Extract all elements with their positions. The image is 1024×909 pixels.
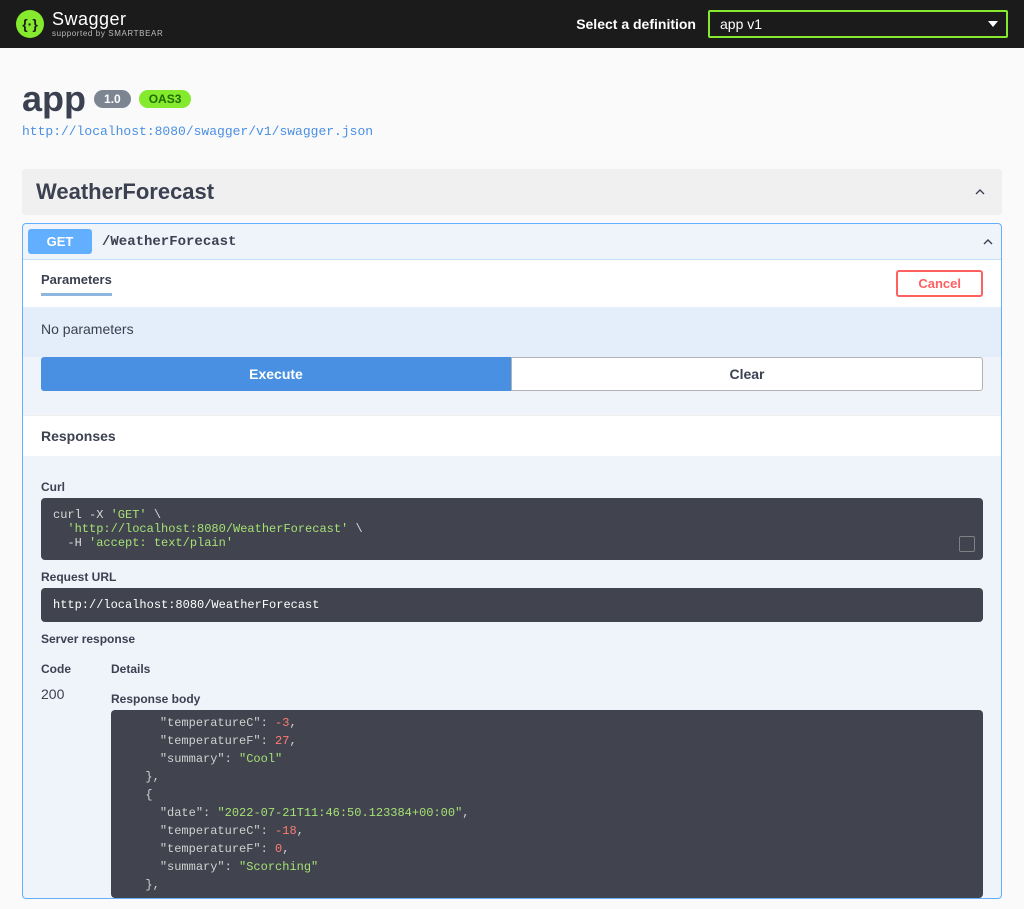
brand-sub: supported by SMARTBEAR — [52, 30, 163, 38]
api-title-row: app 1.0 OAS3 — [22, 78, 1002, 120]
operation-path: /WeatherForecast — [102, 234, 236, 250]
api-title: app — [22, 78, 86, 120]
parameters-bar: Parameters Cancel — [23, 260, 1001, 307]
response-body-label: Response body — [111, 692, 983, 706]
clear-button[interactable]: Clear — [511, 357, 983, 391]
swagger-logo: {·} Swagger supported by SMARTBEAR — [16, 10, 163, 38]
operation-block: GET /WeatherForecast Parameters Cancel N… — [22, 223, 1002, 899]
curl-codeblock[interactable]: curl -X 'GET' \ 'http://localhost:8080/W… — [41, 498, 983, 560]
no-parameters-text: No parameters — [23, 307, 1001, 357]
swagger-json-link[interactable]: http://localhost:8080/swagger/v1/swagger… — [22, 124, 373, 139]
version-badge: 1.0 — [94, 90, 131, 108]
brand-name: Swagger — [52, 10, 163, 28]
chevron-up-icon — [980, 234, 996, 250]
response-row: 200 Response body "temperatureC": -3, "t… — [41, 682, 983, 898]
operation-summary[interactable]: GET /WeatherForecast — [23, 224, 1001, 259]
parameters-tab[interactable]: Parameters — [41, 272, 112, 296]
topbar-brand: {·} Swagger supported by SMARTBEAR — [16, 10, 163, 38]
chevron-up-icon — [972, 184, 988, 200]
method-badge: GET — [28, 229, 92, 254]
tag-header[interactable]: WeatherForecast — [22, 169, 1002, 215]
request-url-label: Request URL — [41, 570, 983, 584]
code-column-header: Code — [41, 662, 111, 676]
status-code: 200 — [41, 682, 111, 702]
topbar: {·} Swagger supported by SMARTBEAR Selec… — [0, 0, 1024, 48]
copy-icon[interactable] — [959, 536, 975, 552]
response-table-header: Code Details — [41, 656, 983, 682]
oas-badge: OAS3 — [139, 90, 192, 108]
curl-label: Curl — [41, 480, 983, 494]
select-definition-label: Select a definition — [576, 16, 696, 32]
definition-select[interactable]: app v1 — [708, 10, 1008, 38]
responses-header: Responses — [23, 415, 1001, 456]
execute-row: Execute Clear — [23, 357, 1001, 415]
topbar-right: Select a definition app v1 — [576, 10, 1008, 38]
tag-name: WeatherForecast — [36, 179, 214, 205]
request-url-codeblock[interactable]: http://localhost:8080/WeatherForecast — [41, 588, 983, 622]
swagger-icon: {·} — [16, 10, 44, 38]
server-response-label: Server response — [41, 632, 983, 646]
cancel-button[interactable]: Cancel — [896, 270, 983, 297]
execute-button[interactable]: Execute — [41, 357, 511, 391]
details-column-header: Details — [111, 662, 150, 676]
response-body-codeblock[interactable]: "temperatureC": -3, "temperatureF": 27, … — [111, 710, 983, 898]
